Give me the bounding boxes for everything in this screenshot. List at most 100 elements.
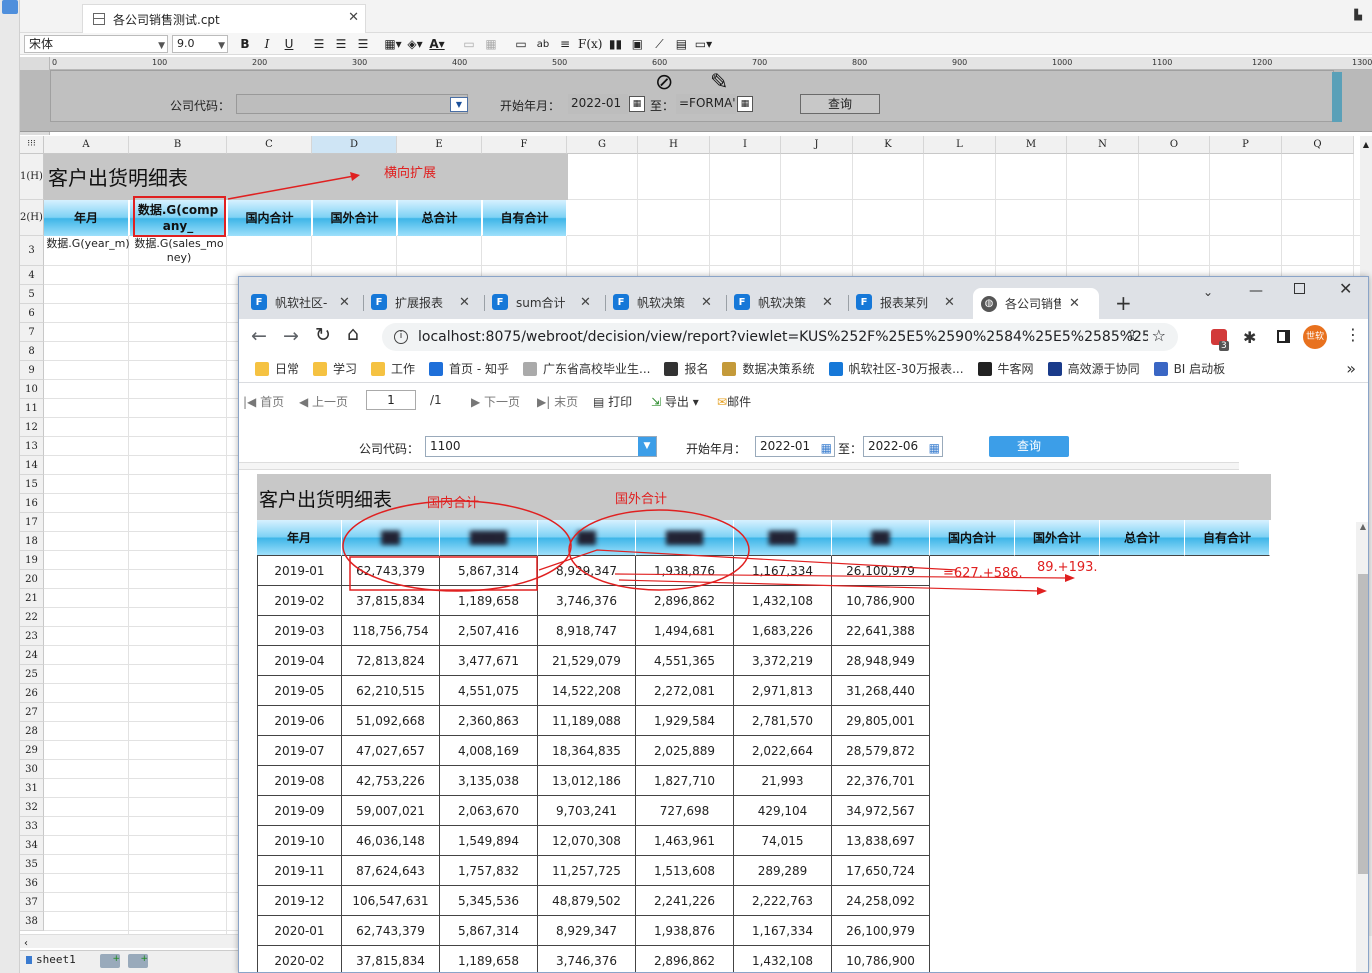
row-header[interactable]: 18: [20, 532, 44, 551]
more-bookmarks-icon[interactable]: »: [1346, 359, 1356, 378]
column-header[interactable]: G: [567, 136, 638, 154]
row-header[interactable]: 8: [20, 342, 44, 361]
fill-color-icon[interactable]: ◈▾: [406, 35, 424, 53]
bold-button[interactable]: B: [236, 35, 254, 53]
row-header[interactable]: 29: [20, 741, 44, 760]
minimize-button[interactable]: —: [1249, 283, 1263, 299]
bookmark-item[interactable]: 首页 - 知乎: [429, 360, 509, 377]
sub-report-icon[interactable]: ▤: [672, 35, 690, 53]
row-header[interactable]: 21: [20, 589, 44, 608]
prev-page-button[interactable]: ◀ 上一页: [299, 393, 348, 410]
back-icon[interactable]: ←: [251, 325, 267, 347]
row-header[interactable]: 32: [20, 798, 44, 817]
formula-icon[interactable]: F(x): [578, 35, 602, 53]
page-number-input[interactable]: 1: [366, 390, 416, 410]
align-right-icon[interactable]: ☰: [354, 35, 372, 53]
merge-cell-icon[interactable]: ▭: [460, 35, 478, 53]
designer-horizontal-scrollbar[interactable]: ‹: [20, 934, 238, 949]
scroll-up-arrow[interactable]: ▲: [1360, 140, 1372, 149]
row-header[interactable]: 7: [20, 323, 44, 342]
add-sheet-icon[interactable]: +: [100, 954, 120, 968]
column-header[interactable]: M: [996, 136, 1067, 154]
forward-icon[interactable]: →: [283, 325, 299, 347]
home-icon[interactable]: ⌂: [347, 323, 359, 345]
window-menu-icon[interactable]: ▙: [1354, 10, 1362, 21]
browser-tab[interactable]: F 扩展报表 ✕: [371, 288, 481, 316]
row-header[interactable]: 30: [20, 760, 44, 779]
browser-menu-icon[interactable]: ⋮: [1345, 325, 1361, 344]
designer-header-own[interactable]: 自有合计: [483, 200, 567, 236]
close-tab-icon[interactable]: ✕: [348, 10, 359, 25]
scroll-thumb[interactable]: [1358, 574, 1368, 874]
designer-header-total[interactable]: 总合计: [398, 200, 482, 236]
italic-button[interactable]: I: [258, 35, 276, 53]
print-button[interactable]: ▤ 打印: [593, 393, 632, 410]
site-info-icon[interactable]: i: [394, 330, 408, 344]
column-header[interactable]: A: [44, 136, 129, 154]
hidden-eye-icon[interactable]: ⊘: [655, 70, 673, 95]
designer-cell-year[interactable]: 数据.G(year_m): [46, 237, 130, 251]
close-tab-icon[interactable]: ✕: [822, 295, 833, 310]
row-header[interactable]: 17: [20, 513, 44, 532]
close-tab-icon[interactable]: ✕: [459, 295, 470, 310]
bookmark-item[interactable]: 帆软社区-30万报表...: [828, 360, 964, 377]
row-header[interactable]: 12: [20, 418, 44, 437]
text-field-icon[interactable]: ▭: [512, 35, 530, 53]
extensions-puzzle-icon[interactable]: ✱: [1243, 328, 1256, 347]
mail-button[interactable]: ✉邮件: [717, 393, 751, 410]
param-collapse-divider[interactable]: [239, 462, 1239, 470]
column-header[interactable]: B: [129, 136, 227, 154]
row-header[interactable]: 26: [20, 684, 44, 703]
row-header[interactable]: 19: [20, 551, 44, 570]
row-header[interactable]: 10: [20, 380, 44, 399]
column-header[interactable]: N: [1067, 136, 1139, 154]
row-header[interactable]: 2(H): [20, 200, 44, 236]
url-omnibox[interactable]: i localhost:8075/webroot/decision/view/r…: [382, 323, 1178, 351]
company-code-combo[interactable]: [236, 94, 468, 114]
column-header[interactable]: H: [638, 136, 710, 154]
column-header[interactable]: K: [853, 136, 924, 154]
start-month-field[interactable]: 2022-01 ▦: [755, 436, 835, 457]
slash-icon[interactable]: ⟋: [650, 35, 668, 53]
split-cell-icon[interactable]: ▦: [482, 35, 500, 53]
align-center-icon[interactable]: ☰: [332, 35, 350, 53]
row-header[interactable]: 5: [20, 285, 44, 304]
first-page-button[interactable]: |◀ 首页: [243, 393, 284, 410]
row-header[interactable]: 16: [20, 494, 44, 513]
calendar-icon[interactable]: ▦: [629, 96, 645, 112]
row-header[interactable]: 35: [20, 855, 44, 874]
close-tab-icon[interactable]: ✕: [701, 295, 712, 310]
column-header[interactable]: C: [227, 136, 312, 154]
browser-tab[interactable]: ◍ 各公司销售 ✕: [973, 288, 1099, 319]
designer-query-button[interactable]: 查询: [800, 94, 880, 114]
new-tab-button[interactable]: +: [1115, 291, 1132, 315]
underline-button[interactable]: U: [280, 35, 298, 53]
row-header[interactable]: 23: [20, 627, 44, 646]
tab-search-icon[interactable]: ⌄: [1203, 285, 1213, 299]
designer-header-year[interactable]: 年月: [44, 200, 129, 236]
calendar-icon[interactable]: ▦: [929, 439, 940, 458]
column-header[interactable]: E: [397, 136, 482, 154]
scroll-left-arrow[interactable]: ‹: [24, 938, 28, 949]
row-header[interactable]: 1(H): [20, 154, 44, 200]
share-icon[interactable]: ⇪: [1126, 328, 1138, 344]
column-header[interactable]: L: [924, 136, 996, 154]
row-header[interactable]: 20: [20, 570, 44, 589]
align-left-icon[interactable]: ☰: [310, 35, 328, 53]
row-header[interactable]: 22: [20, 608, 44, 627]
row-header[interactable]: 9: [20, 361, 44, 380]
next-page-button[interactable]: ▶ 下一页: [471, 393, 520, 410]
calendar-icon[interactable]: ▦: [737, 96, 753, 112]
row-header[interactable]: 37: [20, 893, 44, 912]
edit-pencil-icon[interactable]: ✎: [710, 70, 728, 95]
bookmark-item[interactable]: 数据决策系统: [722, 360, 815, 377]
row-header[interactable]: 14: [20, 456, 44, 475]
font-size-select[interactable]: 9.0 ▼: [172, 35, 228, 53]
browser-tab[interactable]: Fsum合计 ✕: [492, 288, 602, 316]
row-header[interactable]: 33: [20, 817, 44, 836]
browser-tab[interactable]: F 帆软决策 ✕: [734, 288, 844, 316]
row-header[interactable]: 11: [20, 399, 44, 418]
combo-dropdown-icon[interactable]: ▼: [450, 97, 468, 112]
designer-cell-sales[interactable]: 数据.G(sales_money): [132, 237, 226, 265]
bookmark-item[interactable]: 广东省高校毕业生...: [523, 360, 650, 377]
